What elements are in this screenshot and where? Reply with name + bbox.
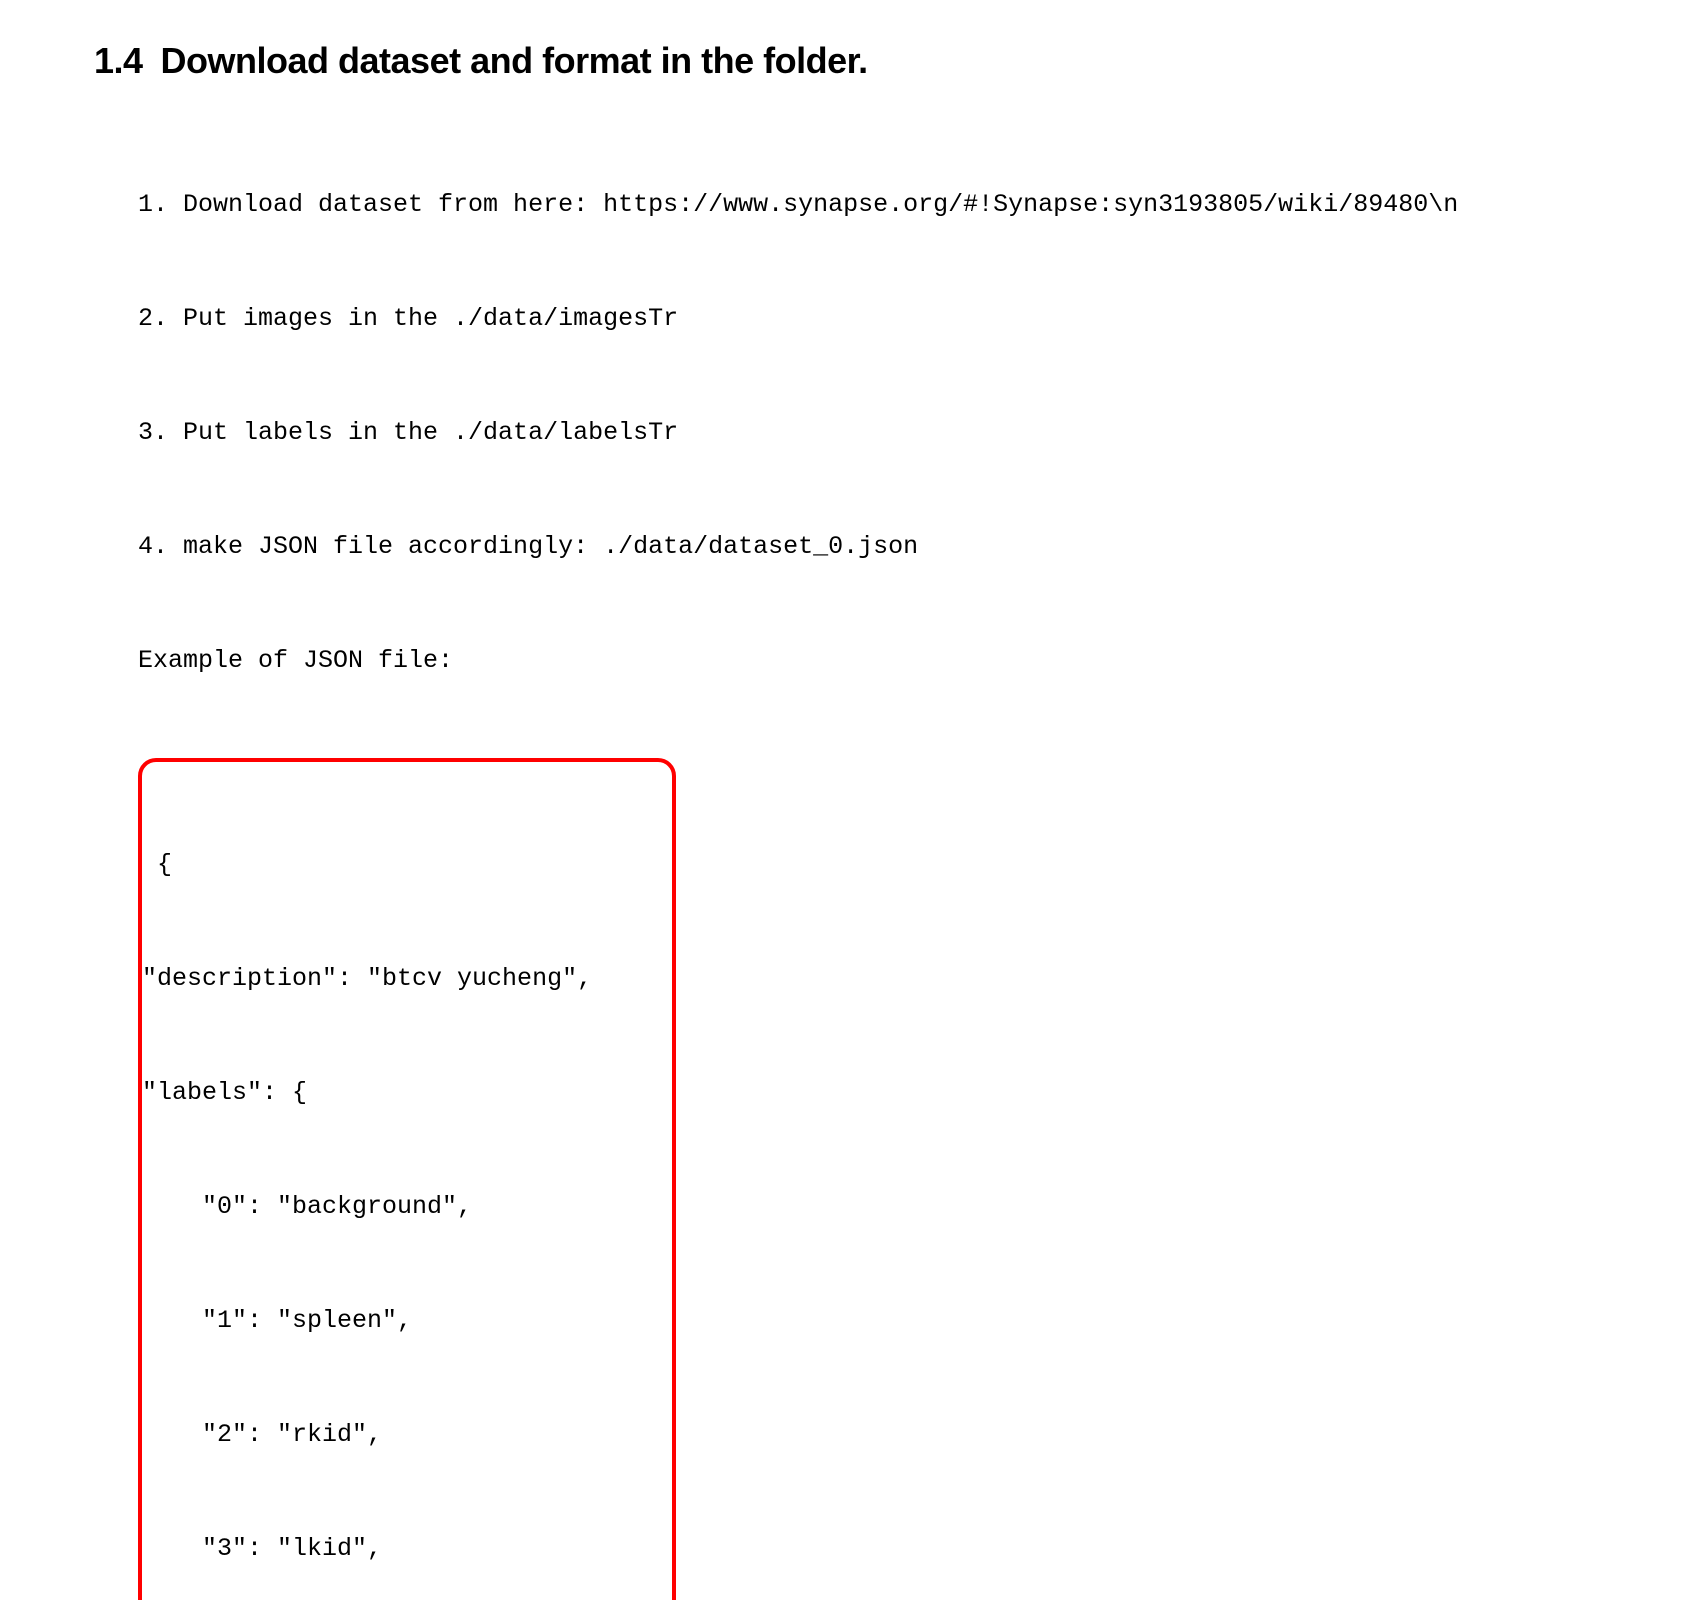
json-line: "3": "lkid", (142, 1530, 672, 1568)
section-title: Download dataset and format in the folde… (161, 40, 868, 81)
instruction-line-4: 4. make JSON file accordingly: ./data/da… (138, 528, 1682, 566)
json-example-content: { "description": "btcv yucheng", "labels… (142, 770, 672, 1600)
section-number: 1.4 (94, 40, 143, 81)
json-line: "description": "btcv yucheng", (142, 960, 672, 998)
json-line: "1": "spleen", (142, 1302, 672, 1340)
instructions-block: 1. Download dataset from here: https://w… (94, 110, 1682, 756)
instruction-line-5: Example of JSON file: (138, 642, 1682, 680)
json-line: "0": "background", (142, 1188, 672, 1226)
json-line: "labels": { (142, 1074, 672, 1112)
json-line: "2": "rkid", (142, 1416, 672, 1454)
section-heading: 1.4 Download dataset and format in the fo… (94, 40, 1682, 82)
json-example-box: { "description": "btcv yucheng", "labels… (138, 758, 676, 1600)
instruction-line-2: 2. Put images in the ./data/imagesTr (138, 300, 1682, 338)
instruction-line-3: 3. Put labels in the ./data/labelsTr (138, 414, 1682, 452)
instruction-line-1: 1. Download dataset from here: https://w… (138, 186, 1682, 224)
document-section: 1.4 Download dataset and format in the fo… (0, 40, 1682, 1600)
json-line: { (142, 846, 672, 884)
